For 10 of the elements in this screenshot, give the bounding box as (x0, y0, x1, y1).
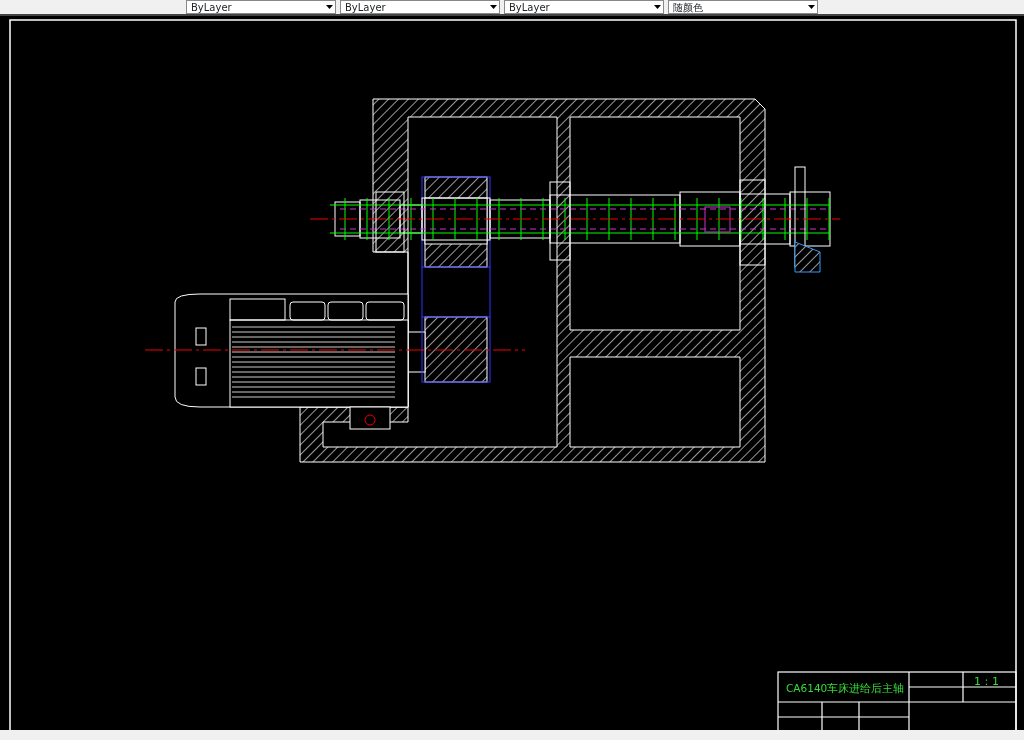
caret-icon[interactable] (654, 5, 661, 10)
caret-icon[interactable] (808, 5, 815, 10)
layer-dropdown[interactable]: ByLayer (340, 0, 500, 14)
drawing-scale: 1：1 (974, 675, 999, 688)
drawing-title: CA6140车床进给后主轴 (786, 682, 905, 694)
caret-icon[interactable] (490, 5, 497, 10)
layer-dropdown[interactable]: ByLayer (186, 0, 336, 14)
caret-icon[interactable] (326, 5, 333, 10)
layer-dropdown[interactable]: ByLayer (504, 0, 664, 14)
layer-dropdown[interactable]: 随颜色 (668, 0, 818, 14)
